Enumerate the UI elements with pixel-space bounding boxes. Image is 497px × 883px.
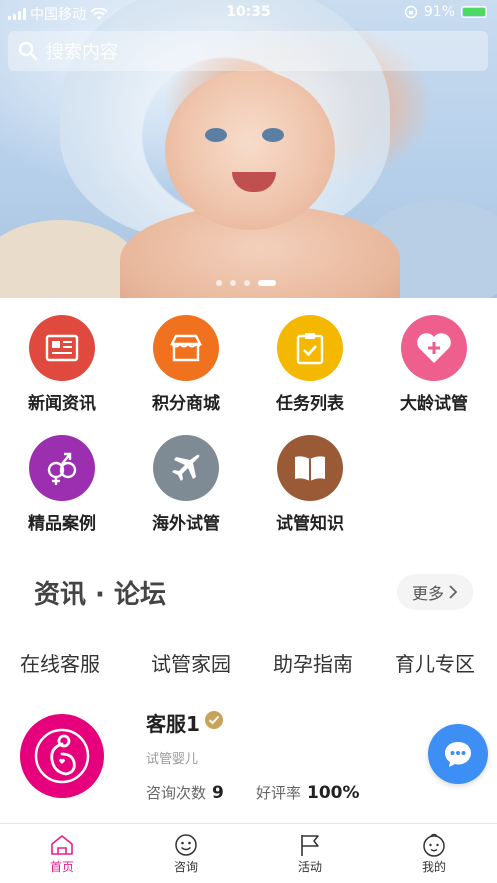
nav-label: 首页	[49, 860, 74, 874]
battery-percent: 91%	[423, 4, 455, 20]
carousel-dot[interactable]	[244, 280, 250, 286]
consult-count-label: 咨询次数	[146, 784, 207, 802]
feature-label: 任务列表	[276, 394, 344, 414]
carousel-dot-active[interactable]	[258, 280, 276, 286]
nav-mine[interactable]: 我的	[372, 832, 496, 875]
section-title: 资讯 · 论坛	[34, 580, 166, 610]
nav-home[interactable]: 首页	[0, 832, 124, 875]
nav-label: 咨询	[173, 860, 198, 874]
feature-news[interactable]: 新闻资讯	[0, 315, 124, 414]
service-name[interactable]: 客服1	[146, 708, 200, 737]
pregnant-logo-icon	[34, 728, 90, 784]
clipboard-check-icon	[277, 315, 343, 381]
gender-icon	[29, 435, 95, 501]
airplane-icon	[153, 435, 219, 501]
more-button[interactable]: 更多	[397, 574, 473, 610]
consult-count: 咨询次数 9	[146, 782, 224, 803]
carousel-dot[interactable]	[230, 280, 236, 286]
rotation-lock-icon	[404, 5, 418, 19]
nav-consult[interactable]: 咨询	[124, 832, 248, 875]
search-bar[interactable]: 搜索内容	[8, 31, 488, 71]
feature-cases[interactable]: 精品案例	[0, 435, 124, 534]
baby-face-icon	[423, 833, 445, 857]
home-icon	[51, 835, 73, 855]
feature-older-ivf[interactable]: 大龄试管	[372, 315, 496, 414]
search-placeholder[interactable]: 搜索内容	[46, 38, 118, 64]
verified-icon	[205, 711, 223, 729]
bottom-nav: 首页 咨询 活动 我的	[0, 823, 497, 883]
store-icon	[153, 315, 219, 381]
feature-task-list[interactable]: 任务列表	[248, 315, 372, 414]
feature-label: 大龄试管	[400, 394, 468, 414]
flag-icon	[301, 835, 319, 856]
feature-label: 新闻资讯	[28, 394, 96, 414]
smile-icon	[175, 834, 197, 856]
forum-tabs: 在线客服 试管家园 助孕指南 育儿专区	[0, 648, 497, 678]
search-icon	[18, 41, 38, 61]
tab-parenting[interactable]: 育儿专区	[395, 648, 475, 677]
rating-value: 100%	[307, 783, 360, 803]
battery-icon	[461, 6, 487, 18]
feature-overseas-ivf[interactable]: 海外试管	[124, 435, 248, 534]
rating: 好评率 100%	[256, 782, 360, 803]
nav-label: 活动	[297, 860, 322, 874]
banner-image-part	[165, 70, 335, 230]
chevron-right-icon	[449, 585, 458, 599]
carousel-dot[interactable]	[216, 280, 222, 286]
more-label: 更多	[411, 584, 444, 603]
feature-points-mall[interactable]: 积分商城	[124, 315, 248, 414]
tab-fertility-guide[interactable]: 助孕指南	[273, 648, 353, 677]
nav-label: 我的	[421, 860, 446, 874]
newspaper-icon	[29, 315, 95, 381]
tab-online-service[interactable]: 在线客服	[20, 648, 100, 677]
nav-activity[interactable]: 活动	[248, 832, 372, 875]
heart-plus-icon	[401, 315, 467, 381]
feature-ivf-knowledge[interactable]: 试管知识	[248, 435, 372, 534]
book-icon	[277, 435, 343, 501]
chat-button[interactable]	[428, 724, 488, 784]
consult-count-value: 9	[212, 783, 224, 803]
chat-bubble-icon	[445, 742, 471, 767]
banner-image-part	[205, 128, 227, 142]
status-bar: 中国移动 10:35 91%	[0, 0, 497, 26]
feature-label: 试管知识	[276, 514, 344, 534]
banner-image-part	[0, 220, 140, 298]
rating-label: 好评率	[256, 784, 302, 802]
tab-ivf-home[interactable]: 试管家园	[151, 648, 231, 677]
avatar[interactable]	[20, 714, 104, 798]
service-subtitle: 试管婴儿	[146, 752, 199, 767]
feature-label: 积分商城	[152, 394, 220, 414]
feature-label: 海外试管	[152, 514, 220, 534]
banner-image-part	[262, 128, 284, 142]
carousel-indicator	[216, 280, 276, 286]
feature-label: 精品案例	[28, 514, 96, 534]
